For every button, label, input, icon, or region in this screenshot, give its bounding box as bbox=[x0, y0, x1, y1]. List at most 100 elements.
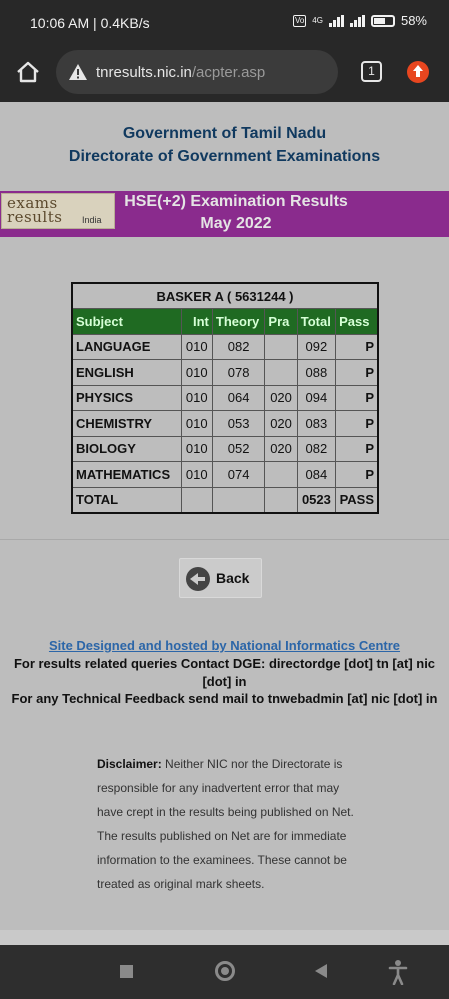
accessibility-icon[interactable] bbox=[388, 959, 408, 986]
banner-title-2: May 2022 bbox=[200, 215, 272, 232]
header-line-2: Directorate of Government Examinations bbox=[68, 148, 381, 165]
feedback-line: For any Technical Feedback send mail to … bbox=[11, 691, 438, 706]
signal-icon bbox=[328, 14, 344, 27]
table-row: MATHEMATICS 010 074 084 P bbox=[71, 461, 379, 488]
candidate-name: BASKER A ( 5631244 ) bbox=[71, 282, 379, 309]
results-table: BASKER A ( 5631244 ) Subject Int Theory … bbox=[71, 282, 379, 514]
cell-total: 084 bbox=[296, 461, 337, 488]
battery-icon bbox=[370, 14, 395, 27]
cell-pass: P bbox=[335, 461, 379, 488]
table-header: Subject Int Theory Pra Total Pass bbox=[71, 308, 379, 335]
cell-subject: CHEMISTRY bbox=[71, 410, 182, 437]
cell-pass: P bbox=[335, 359, 379, 386]
table-row: BIOLOGY 010 052 020 082 P bbox=[71, 435, 379, 462]
signal-icon-2 bbox=[349, 14, 365, 27]
nav-back-icon[interactable] bbox=[315, 964, 327, 978]
nav-home-icon[interactable] bbox=[215, 961, 235, 981]
contact-line-1: For results related queries Contact DGE:… bbox=[13, 656, 436, 671]
address-bar[interactable]: tnresults.nic.in/acpter.asp bbox=[56, 50, 338, 94]
cell-pra bbox=[264, 333, 298, 360]
logo-line-2: results bbox=[7, 208, 63, 226]
cell-theory: 053 bbox=[211, 410, 266, 437]
cell-pra bbox=[264, 359, 298, 386]
battery-level: 58% bbox=[400, 13, 427, 28]
table-row: LANGUAGE 010 082 092 P bbox=[71, 333, 379, 360]
banner-title-1: HSE(+2) Examination Results bbox=[124, 193, 348, 210]
cell-int: 010 bbox=[180, 359, 213, 386]
browser-toolbar: tnresults.nic.in/acpter.asp 1 bbox=[0, 42, 449, 102]
cell-pass: P bbox=[335, 333, 379, 360]
cell-subject: TOTAL bbox=[71, 486, 182, 513]
cell-theory: 078 bbox=[211, 359, 266, 386]
network-badge: 4G bbox=[312, 16, 323, 25]
cell-total: 088 bbox=[296, 359, 337, 386]
status-time: 10:06 AM | 0.4KB/s bbox=[30, 15, 150, 31]
section-divider bbox=[0, 539, 449, 540]
header-line-1: Government of Tamil Nadu bbox=[122, 125, 327, 142]
col-int: Int bbox=[180, 308, 213, 335]
volte-icon: Vo bbox=[292, 14, 307, 27]
cell-theory: 064 bbox=[211, 384, 266, 411]
update-icon[interactable] bbox=[407, 61, 429, 83]
cell-theory: 074 bbox=[211, 461, 266, 488]
status-bar: 10:06 AM | 0.4KB/s Vo 4G 58% bbox=[0, 0, 449, 42]
cell-subject: MATHEMATICS bbox=[71, 461, 182, 488]
home-icon[interactable] bbox=[14, 58, 42, 86]
results-banner: exams results India HSE(+2) Examination … bbox=[0, 191, 449, 237]
cell-pra: 020 bbox=[264, 435, 298, 462]
cell-total: 094 bbox=[296, 384, 337, 411]
col-pass: Pass bbox=[335, 308, 379, 335]
total-row: TOTAL 0523 PASS bbox=[71, 486, 379, 513]
cell-int: 010 bbox=[180, 384, 213, 411]
disclaimer: Disclaimer: Neither NIC nor the Director… bbox=[97, 752, 362, 896]
status-icons: Vo 4G 58% bbox=[292, 13, 427, 28]
warning-icon[interactable] bbox=[68, 62, 88, 87]
cell-int bbox=[180, 486, 213, 513]
cell-pra bbox=[264, 486, 298, 513]
back-button[interactable]: Back bbox=[179, 558, 262, 598]
cell-total: 092 bbox=[296, 333, 337, 360]
cell-int: 010 bbox=[180, 410, 213, 437]
url-path: /acpter.asp bbox=[191, 64, 266, 81]
cell-total: 083 bbox=[296, 410, 337, 437]
cell-total: 082 bbox=[296, 435, 337, 462]
cell-pass: P bbox=[335, 384, 379, 411]
cell-subject: BIOLOGY bbox=[71, 435, 182, 462]
cell-theory: 082 bbox=[211, 333, 266, 360]
recent-apps-icon[interactable] bbox=[120, 965, 133, 978]
cell-pass: P bbox=[335, 410, 379, 437]
page-content: Government of Tamil Nadu Directorate of … bbox=[0, 102, 449, 945]
col-total: Total bbox=[296, 308, 337, 335]
cell-subject: LANGUAGE bbox=[71, 333, 182, 360]
url-text: tnresults.nic.in/acpter.asp bbox=[96, 64, 265, 81]
cell-subject: ENGLISH bbox=[71, 359, 182, 386]
table-row: CHEMISTRY 010 053 020 083 P bbox=[71, 410, 379, 437]
table-row: PHYSICS 010 064 020 094 P bbox=[71, 384, 379, 411]
exams-results-logo: exams results India bbox=[1, 193, 115, 229]
cell-pra: 020 bbox=[264, 384, 298, 411]
back-arrow-icon bbox=[186, 567, 210, 591]
cell-theory bbox=[211, 486, 266, 513]
disclaimer-text: Neither NIC nor the Directorate is respo… bbox=[97, 757, 354, 891]
page-bottom bbox=[0, 930, 449, 945]
disclaimer-label: Disclaimer: bbox=[97, 757, 162, 771]
nic-link[interactable]: Site Designed and hosted by National Inf… bbox=[0, 638, 449, 653]
cell-pass: P bbox=[335, 435, 379, 462]
cell-int: 010 bbox=[180, 435, 213, 462]
cell-subject: PHYSICS bbox=[71, 384, 182, 411]
tabs-icon[interactable]: 1 bbox=[361, 61, 382, 82]
logo-line-3: India bbox=[82, 215, 102, 225]
col-pra: Pra bbox=[264, 308, 298, 335]
cell-theory: 052 bbox=[211, 435, 266, 462]
contact-line-2: [dot] in bbox=[202, 674, 247, 689]
cell-total: 0523 bbox=[296, 486, 337, 513]
cell-pass: PASS bbox=[335, 486, 379, 513]
col-theory: Theory bbox=[211, 308, 266, 335]
candidate-row: BASKER A ( 5631244 ) bbox=[71, 282, 379, 309]
back-button-label: Back bbox=[216, 570, 250, 586]
cell-pra bbox=[264, 461, 298, 488]
url-host: tnresults.nic.in bbox=[96, 64, 192, 81]
navigation-bar bbox=[0, 945, 449, 999]
table-row: ENGLISH 010 078 088 P bbox=[71, 359, 379, 386]
cell-int: 010 bbox=[180, 461, 213, 488]
